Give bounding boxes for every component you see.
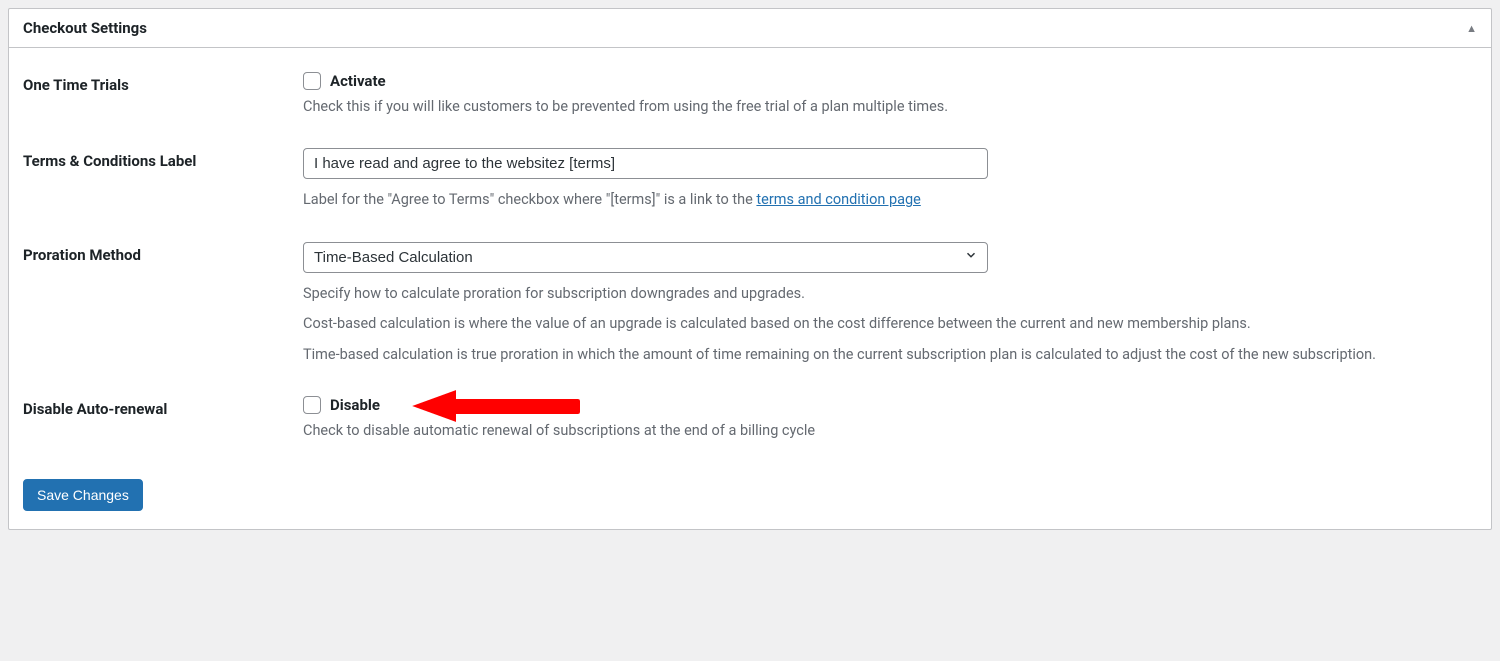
row-one-time-trials: One Time Trials Activate Check this if y… [23,56,1477,132]
select-proration-method[interactable]: Time-Based Calculation [303,242,988,273]
panel-body: One Time Trials Activate Check this if y… [9,48,1491,529]
collapse-toggle-icon[interactable]: ▲ [1466,22,1477,35]
help-proration-3: Time-based calculation is true proration… [303,344,1477,366]
control-auto-renewal: Disable Check to disable automatic renew… [303,396,1477,442]
help-terms: Label for the "Agree to Terms" checkbox … [303,189,1477,211]
checkbox-label-activate: Activate [330,72,386,90]
control-proration: Time-Based Calculation Specify how to ca… [303,242,1477,366]
panel-title: Checkout Settings [23,19,147,37]
control-one-time-trials: Activate Check this if you will like cus… [303,72,1477,118]
input-terms-label[interactable] [303,148,988,179]
help-one-time-trials: Check this if you will like customers to… [303,96,1477,118]
row-terms-label: Terms & Conditions Label Label for the "… [23,132,1477,225]
help-terms-text: Label for the "Agree to Terms" checkbox … [303,191,756,208]
label-auto-renewal: Disable Auto-renewal [23,396,303,418]
help-auto-renewal: Check to disable automatic renewal of su… [303,420,1477,442]
checkbox-disable-auto-renewal[interactable] [303,396,321,414]
control-terms: Label for the "Agree to Terms" checkbox … [303,148,1477,211]
label-terms: Terms & Conditions Label [23,148,303,170]
checkout-settings-panel: Checkout Settings ▲ One Time Trials Acti… [8,8,1492,530]
row-disable-auto-renewal: Disable Auto-renewal Disable Check to di… [23,380,1477,456]
link-terms-page[interactable]: terms and condition page [756,191,920,208]
label-proration: Proration Method [23,242,303,264]
checkbox-label-disable: Disable [330,396,380,414]
row-proration: Proration Method Time-Based Calculation … [23,226,1477,380]
checkbox-one-time-trials[interactable] [303,72,321,90]
save-changes-button[interactable]: Save Changes [23,479,143,511]
help-proration-2: Cost-based calculation is where the valu… [303,313,1477,335]
label-one-time-trials: One Time Trials [23,72,303,94]
help-proration-1: Specify how to calculate proration for s… [303,283,1477,305]
panel-header: Checkout Settings ▲ [9,9,1491,48]
